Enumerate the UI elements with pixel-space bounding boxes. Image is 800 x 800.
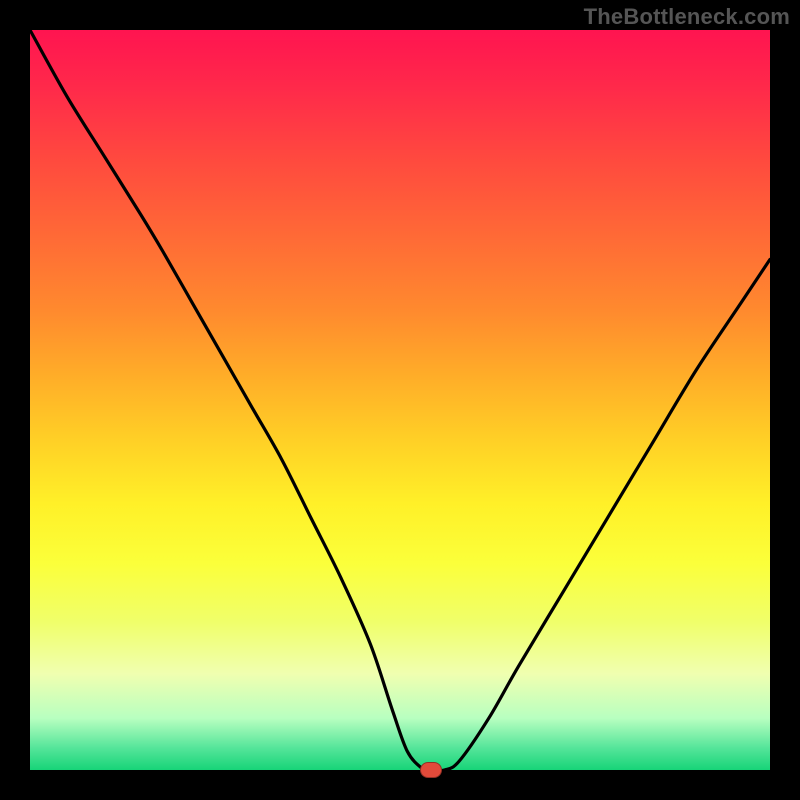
optimal-marker bbox=[420, 762, 442, 778]
chart-frame: TheBottleneck.com bbox=[0, 0, 800, 800]
plot-area bbox=[30, 30, 770, 770]
bottleneck-curve bbox=[30, 30, 770, 770]
watermark-text: TheBottleneck.com bbox=[584, 4, 790, 30]
